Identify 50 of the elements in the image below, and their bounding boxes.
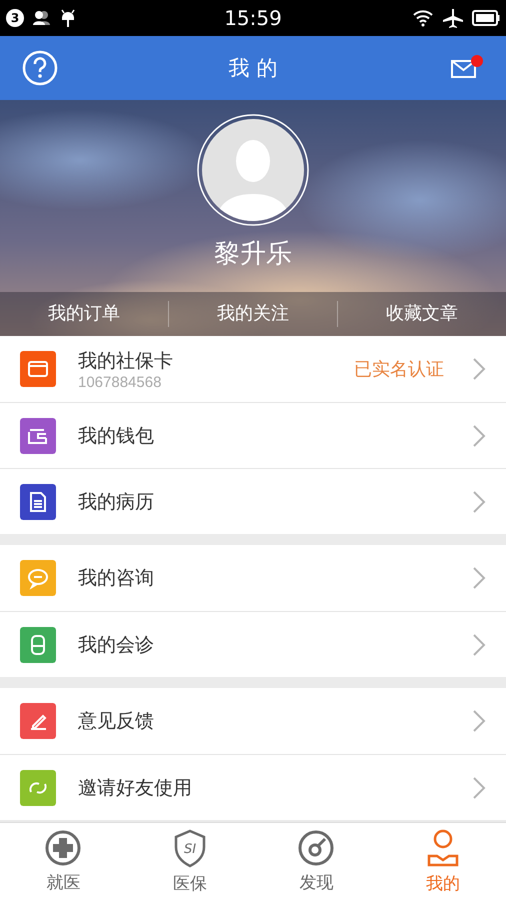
chevron-icon [472,357,486,381]
menu-label: 我的咨询 [78,566,155,591]
wallet-icon [20,418,56,454]
menu-label: 我的会诊 [78,632,155,658]
card-icon [20,351,56,387]
chevron-icon [472,566,486,590]
compass-icon [297,829,336,867]
menu-row[interactable]: 意见反馈 [0,688,506,754]
profile-link[interactable]: 我的订单 [0,301,168,327]
wifi-icon [412,9,434,27]
menu-row[interactable]: 我的咨询 [0,545,506,611]
menu-row[interactable]: 我的社保卡 1067884568 已实名认证 [0,336,506,402]
chevron-icon [472,709,486,733]
menu-label: 我的社保卡 [78,348,174,374]
notification-badge: 3 [6,9,24,27]
menu-label: 邀请好友使用 [78,776,193,800]
help-icon[interactable] [22,50,58,86]
verification-status: 已实名认证 [354,358,444,381]
profile-link[interactable]: 我的关注 [168,301,337,327]
chevron-icon [472,490,486,514]
airplane-icon [442,8,464,28]
chevron-icon [472,424,486,448]
menu-label: 意见反馈 [78,709,155,734]
menu-label: 我的钱包 [78,424,155,448]
menu-label: 我的病历 [78,490,155,514]
tab[interactable]: 就医 [0,823,126,900]
document-icon [20,484,56,520]
menu-row[interactable]: 邀请好友使用 [0,754,506,820]
android-icon [60,8,76,28]
page-title: 我 的 [228,55,278,82]
menu-row[interactable]: 我的会诊 [0,611,506,677]
chat-icon [20,560,56,596]
menu-row[interactable]: 我的钱包 [0,402,506,468]
plus-icon [44,829,82,867]
person-icon [20,626,56,662]
chevron-icon [472,632,486,656]
battery-icon [472,10,500,26]
share-icon [20,770,56,806]
menu-row[interactable]: 我的病历 [0,468,506,534]
contacts-icon [32,10,52,26]
pen-icon [20,703,56,739]
user-icon [426,828,460,868]
chevron-icon [472,776,486,800]
card-number: 1067884568 [78,374,162,390]
user-name: 黎升乐 [214,238,292,271]
tab[interactable]: SI 医保 [126,823,253,900]
avatar[interactable] [197,114,309,226]
clock-time: 15:59 [224,6,282,30]
tab[interactable]: 发现 [253,823,380,900]
profile-link[interactable]: 收藏文章 [337,301,506,327]
